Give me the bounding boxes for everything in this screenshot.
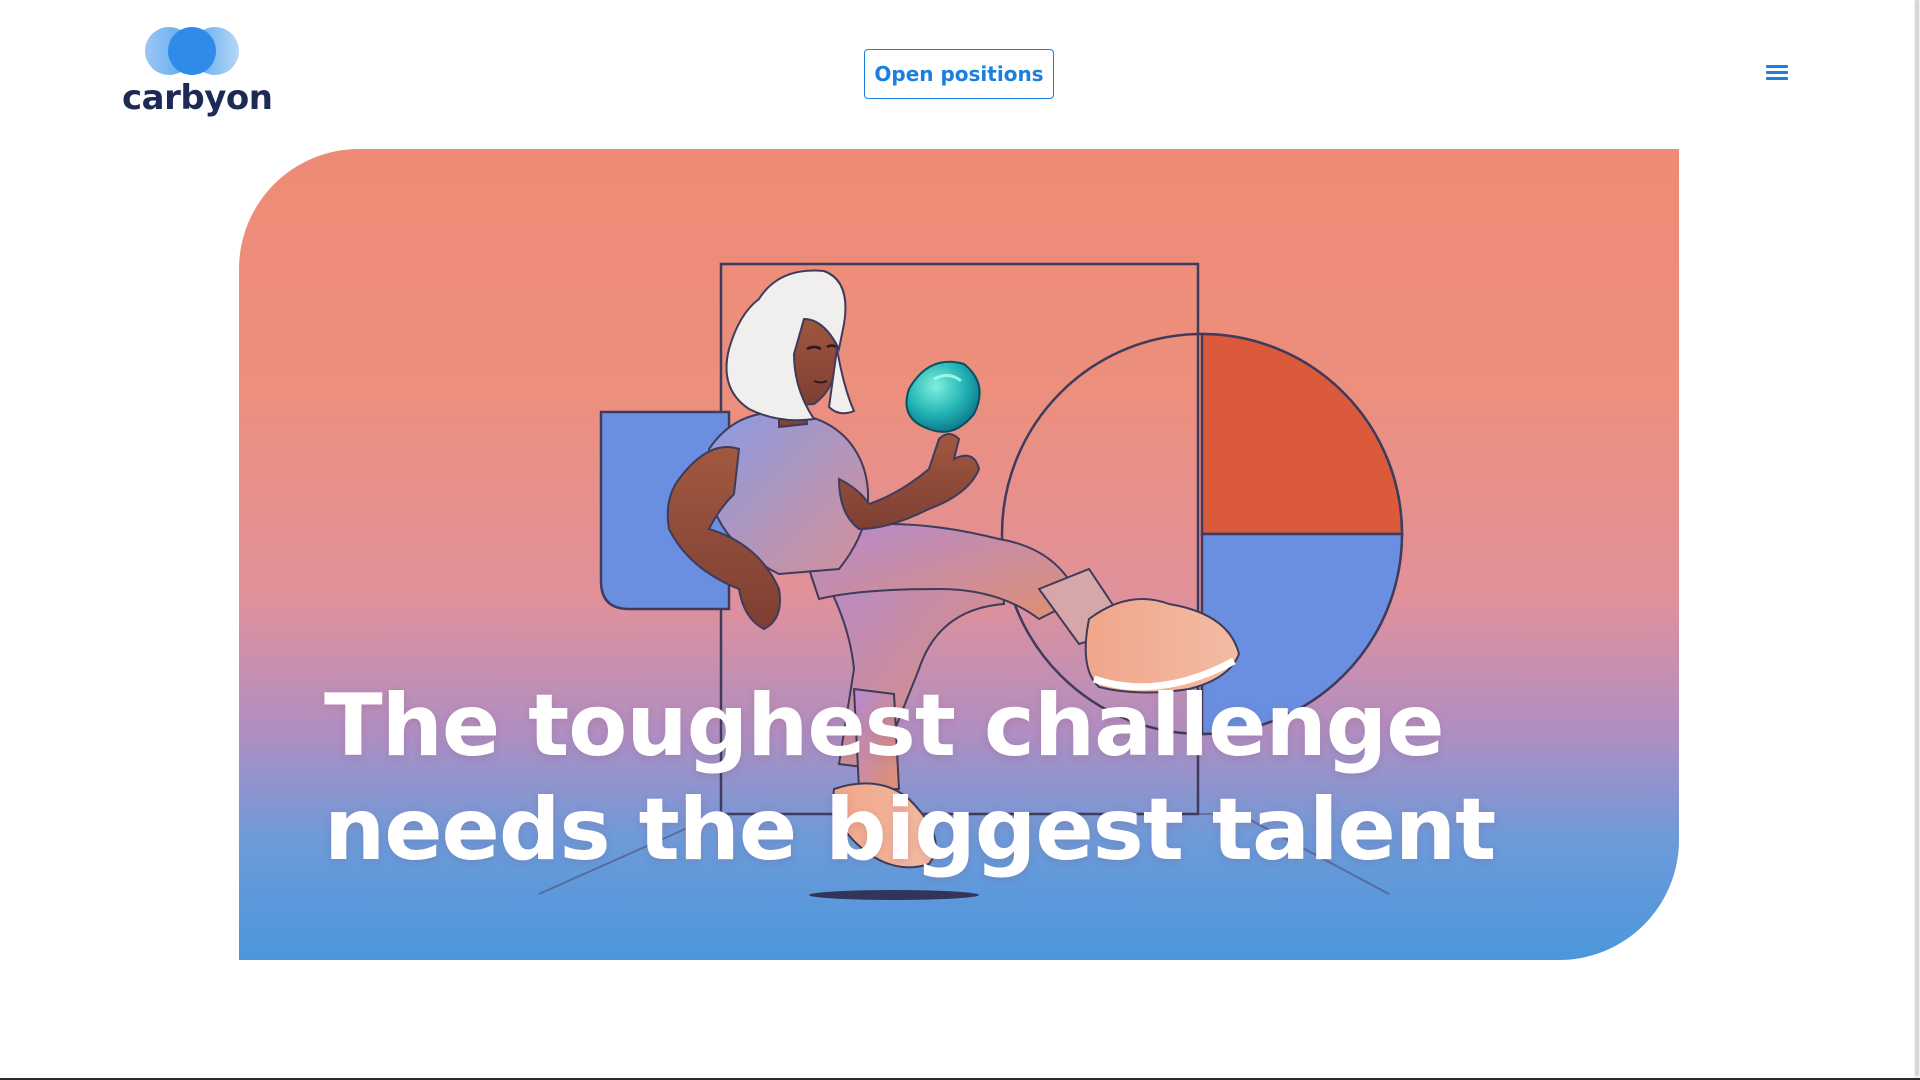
hero-headline: The toughest challenge needs the biggest…: [324, 674, 1574, 882]
hero-banner: The toughest challenge needs the biggest…: [239, 149, 1679, 960]
open-positions-button[interactable]: Open positions: [864, 49, 1054, 99]
overlapping-circles-logo-icon: [145, 27, 239, 75]
page-scrollbar-thumb[interactable]: [1915, 0, 1919, 1076]
page: carbyon Open positions The toughest chal…: [0, 0, 1920, 1080]
hamburger-menu-button[interactable]: [1760, 58, 1794, 88]
site-header: carbyon Open positions: [0, 0, 1920, 140]
logo-wordmark: carbyon: [122, 78, 273, 118]
carbyon-logo[interactable]: carbyon: [122, 26, 273, 122]
hero-headline-line-1: The toughest challenge: [324, 676, 1445, 776]
hero-headline-line-2: needs the biggest talent: [324, 780, 1496, 880]
